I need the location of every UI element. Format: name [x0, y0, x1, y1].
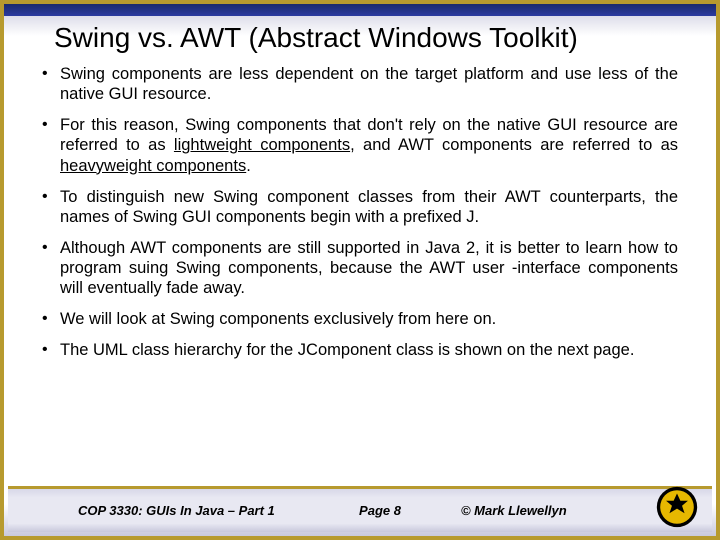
text-frag: .	[246, 157, 251, 175]
bullet-dot: •	[42, 238, 60, 298]
footer-course: COP 3330: GUIs In Java – Part 1	[8, 503, 329, 518]
footer: COP 3330: GUIs In Java – Part 1 Page 8 ©…	[8, 486, 712, 532]
bullet-text: To distinguish new Swing component class…	[60, 187, 678, 227]
bullet-item: • For this reason, Swing components that…	[42, 115, 678, 175]
bullet-item: • Swing components are less dependent on…	[42, 64, 678, 104]
bullet-item: • We will look at Swing components exclu…	[42, 309, 678, 329]
bullet-text: For this reason, Swing components that d…	[60, 115, 678, 175]
bullet-item: • To distinguish new Swing component cla…	[42, 187, 678, 227]
bullet-text: Although AWT components are still suppor…	[60, 238, 678, 298]
bullet-dot: •	[42, 187, 60, 227]
bullet-text: Swing components are less dependent on t…	[60, 64, 678, 104]
bullet-item: • The UML class hierarchy for the JCompo…	[42, 340, 678, 360]
bullet-dot: •	[42, 64, 60, 104]
bullet-text: The UML class hierarchy for the JCompone…	[60, 340, 678, 360]
bullet-item: • Although AWT components are still supp…	[42, 238, 678, 298]
underline-term: lightweight components	[174, 136, 350, 154]
bullet-dot: •	[42, 115, 60, 175]
body-area: • Swing components are less dependent on…	[4, 62, 716, 361]
slide-title: Swing vs. AWT (Abstract Windows Toolkit)	[54, 22, 686, 54]
slide: Swing vs. AWT (Abstract Windows Toolkit)…	[0, 0, 720, 540]
ucf-logo-icon	[656, 486, 698, 528]
footer-page: Page 8	[329, 503, 431, 518]
top-band	[4, 4, 716, 16]
bullet-text: We will look at Swing components exclusi…	[60, 309, 678, 329]
bullet-dot: •	[42, 340, 60, 360]
underline-term: heavyweight components	[60, 157, 246, 175]
bullet-dot: •	[42, 309, 60, 329]
text-frag: , and AWT components are referred to as	[350, 136, 678, 154]
